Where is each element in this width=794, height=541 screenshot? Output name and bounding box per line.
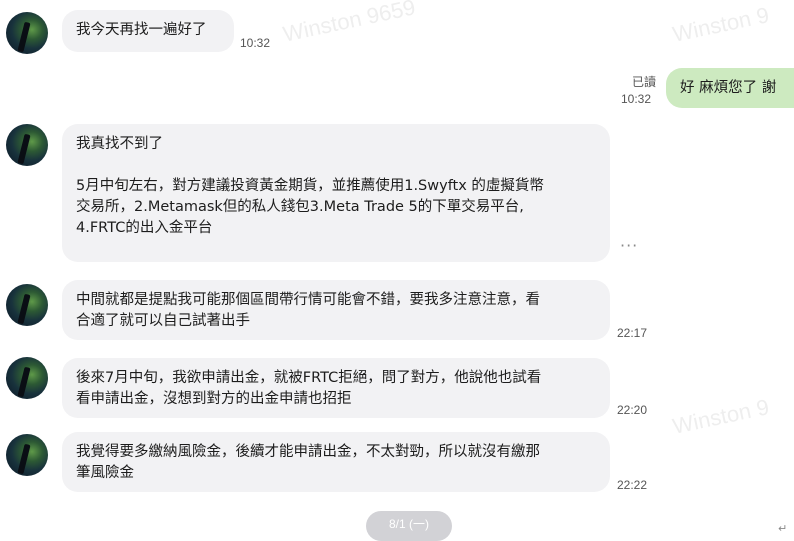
message-time: 22:22 — [617, 478, 648, 492]
message-bubble[interactable]: 我覺得要多繳納風險金，後續才能申請出金，不太對勁，所以就沒有繳那 筆風險金 — [62, 432, 610, 492]
outgoing-message-bubble[interactable]: 好 麻煩您了 謝 — [666, 68, 794, 108]
watermark: Winston 9 — [670, 2, 772, 47]
contact-avatar[interactable] — [6, 284, 48, 326]
date-separator-badge[interactable]: 8/1 (一) — [366, 511, 452, 541]
contact-avatar[interactable] — [6, 12, 48, 54]
message-bubble[interactable]: 我今天再找一遍好了 — [62, 10, 234, 52]
contact-avatar[interactable] — [6, 124, 48, 166]
read-receipt: 已讀 — [631, 75, 656, 89]
message-bubble[interactable]: 後來7月中旬，我欲申請出金，就被FRTC拒絕，問了對方，他說他也試看 看申請出金… — [62, 358, 610, 418]
message-time: 10:32 — [240, 36, 271, 50]
watermark: Winston 9659 — [280, 0, 418, 47]
message-time: 22:17 — [617, 326, 648, 340]
contact-avatar[interactable] — [6, 357, 48, 399]
watermark: Winston 9 — [670, 394, 772, 439]
message-time: 22:20 — [617, 403, 648, 417]
more-options-icon[interactable]: ··· — [620, 236, 638, 255]
return-mark: ↵ — [778, 522, 788, 535]
message-bubble[interactable]: 中間就都是提點我可能那個區間帶行情可能會不錯，要我多注意注意，看 合適了就可以自… — [62, 280, 610, 340]
message-time: 10:32 — [621, 92, 652, 106]
contact-avatar[interactable] — [6, 434, 48, 476]
message-bubble[interactable]: 我真找不到了 5月中旬左右，對方建議投資黃金期貨，並推薦使用1.Swyftx 的… — [62, 124, 610, 262]
